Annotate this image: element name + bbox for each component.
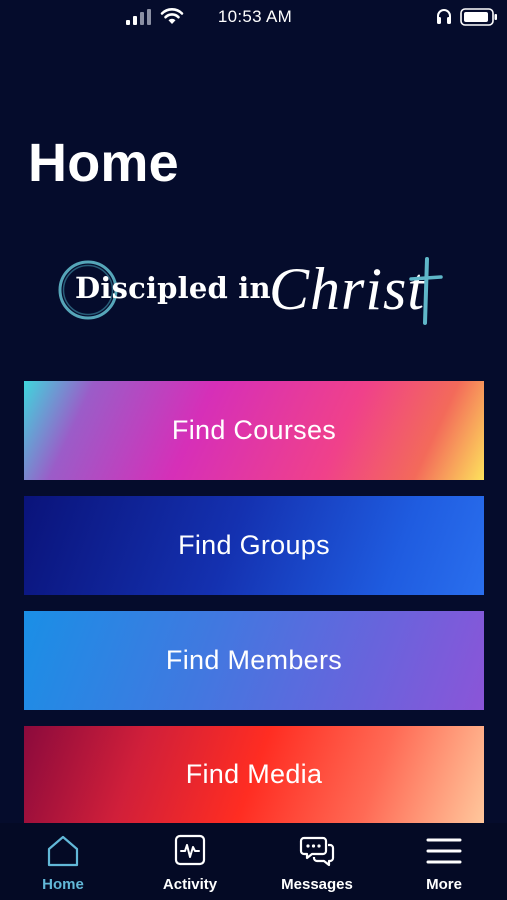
find-media-label: Find Media	[185, 759, 323, 789]
wifi-icon	[160, 8, 184, 24]
find-members-button[interactable]: Find Members	[24, 611, 484, 710]
find-courses-label: Find Courses	[171, 415, 337, 445]
tab-more-label: More	[426, 876, 462, 893]
tab-messages-label: Messages	[281, 876, 353, 893]
tab-activity-label: Activity	[162, 876, 218, 893]
tab-bar: Home Activity Messages More	[0, 823, 507, 900]
page-title: Home	[28, 133, 179, 193]
signal-icon	[126, 9, 151, 25]
find-groups-button[interactable]: Find Groups	[24, 496, 484, 595]
menu-icon	[426, 838, 462, 864]
battery-icon	[460, 8, 497, 26]
home-icon	[47, 835, 79, 867]
find-members-label: Find Members	[165, 645, 343, 675]
find-media-button[interactable]: Find Media	[24, 726, 484, 823]
tab-home[interactable]: Home	[0, 823, 126, 900]
find-groups-label: Find Groups	[178, 530, 330, 560]
discipled-in-christ-logo: Discipled in Christ	[55, 255, 445, 330]
logo-text-christ: Christ	[269, 256, 426, 322]
status-time: 10:53 AM	[217, 7, 293, 26]
tab-activity[interactable]: Activity	[127, 823, 253, 900]
find-courses-button[interactable]: Find Courses	[24, 381, 484, 480]
activity-icon	[174, 834, 206, 866]
logo-text-discipled: Discipled in	[75, 271, 271, 305]
tab-messages[interactable]: Messages	[254, 823, 380, 900]
messages-icon	[299, 836, 335, 867]
tab-home-label: Home	[42, 876, 84, 893]
status-bar: 10:53 AM	[0, 0, 507, 34]
cross-icon	[409, 257, 443, 325]
tab-more[interactable]: More	[381, 823, 507, 900]
headphones-icon	[437, 9, 451, 24]
